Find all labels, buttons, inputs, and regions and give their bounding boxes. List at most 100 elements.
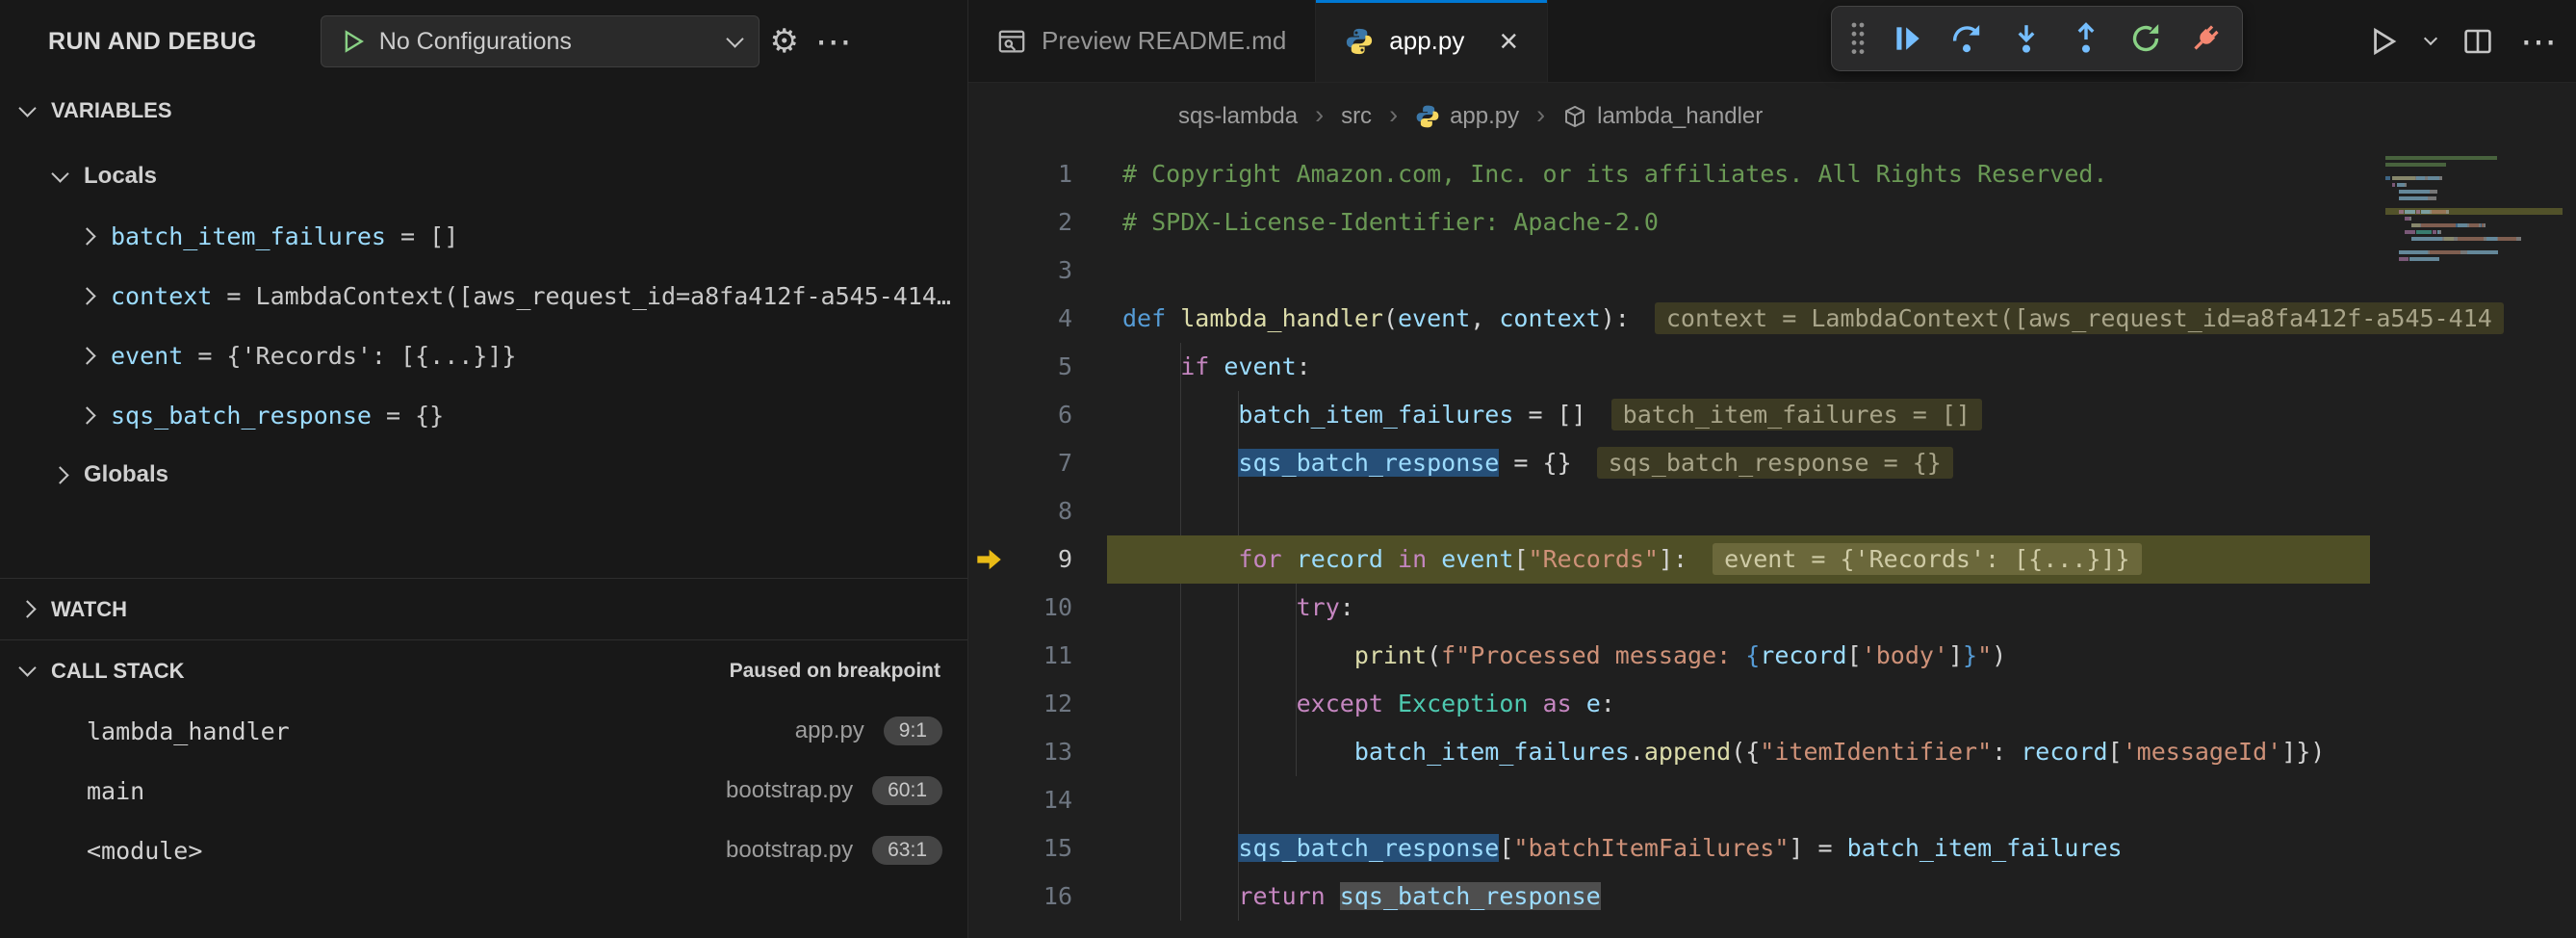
code-line[interactable]: 9 for record in event["Records"]:event =…: [968, 535, 2576, 584]
code-text: def lambda_handler(event, context):conte…: [1122, 295, 2504, 343]
breadcrumb-separator: ›: [1315, 100, 1324, 130]
watch-header-label: WATCH: [51, 597, 127, 622]
callstack-list: lambda_handlerapp.py9:1mainbootstrap.py6…: [0, 701, 967, 880]
scope-globals[interactable]: Globals: [0, 445, 967, 505]
gutter-glyph: [968, 391, 1013, 439]
code-line[interactable]: 8: [968, 487, 2576, 535]
variable-name: context: [111, 282, 212, 310]
callstack-frame[interactable]: mainbootstrap.py60:1: [0, 761, 967, 821]
variables-section-header[interactable]: VARIABLES: [0, 83, 967, 139]
run-icon[interactable]: [2366, 25, 2399, 58]
gutter-glyph: [968, 824, 1013, 873]
continue-icon[interactable]: [1880, 11, 1934, 66]
variable-value: = LambdaContext([aws_request_id=a8fa412f…: [212, 282, 951, 310]
breadcrumb-separator: ›: [1536, 100, 1545, 130]
code-line[interactable]: 2# SPDX-License-Identifier: Apache-2.0: [968, 198, 2576, 247]
breadcrumb-item[interactable]: lambda_handler: [1562, 103, 1763, 130]
inline-debug-value: batch_item_failures = []: [1611, 399, 1982, 430]
code-text: except Exception as e:: [1122, 680, 1615, 728]
frame-file: app.py: [795, 717, 864, 744]
breadcrumb-item[interactable]: sqs-lambda: [1178, 103, 1298, 130]
line-number: 9: [1013, 535, 1072, 584]
code-line[interactable]: 15 sqs_batch_response["batchItemFailures…: [968, 824, 2576, 873]
gear-icon[interactable]: ⚙: [760, 16, 810, 66]
restart-icon[interactable]: [2119, 11, 2173, 66]
tab-label: app.py: [1389, 26, 1464, 56]
variable-row[interactable]: sqs_batch_response = {}: [0, 385, 967, 445]
code-line[interactable]: 3: [968, 247, 2576, 295]
watch-section-header[interactable]: WATCH: [0, 578, 967, 639]
breadcrumb-separator: ›: [1389, 100, 1398, 130]
callstack-section-header[interactable]: CALL STACK Paused on breakpoint: [0, 639, 967, 701]
config-dropdown[interactable]: No Configurations: [321, 15, 760, 67]
code-text: # SPDX-License-Identifier: Apache-2.0: [1122, 198, 1659, 247]
gutter-glyph: [968, 584, 1013, 632]
minimap-line: [2385, 195, 2563, 201]
breadcrumb-item[interactable]: app.py: [1415, 103, 1519, 130]
callstack-frame[interactable]: <module>bootstrap.py63:1: [0, 821, 967, 880]
inline-debug-value: event = {'Records': [{...}]}: [1713, 543, 2141, 575]
variable-row[interactable]: batch_item_failures = []: [0, 206, 967, 266]
split-editor-icon[interactable]: [2462, 26, 2493, 57]
markdown-preview-icon: [997, 27, 1026, 56]
scope-locals[interactable]: Locals: [0, 146, 967, 206]
gutter-glyph: [968, 295, 1013, 343]
minimap-line: [2385, 255, 2563, 262]
close-icon[interactable]: ×: [1499, 25, 1518, 58]
code-line[interactable]: 12 except Exception as e:: [968, 680, 2576, 728]
tab-app-py[interactable]: app.py ×: [1316, 0, 1548, 82]
current-stackframe-icon[interactable]: [968, 535, 1013, 584]
code-line[interactable]: 5 if event:: [968, 343, 2576, 391]
code-line[interactable]: 10 try:: [968, 584, 2576, 632]
step-over-icon[interactable]: [1940, 11, 1994, 66]
gripper-icon[interactable]: [1842, 11, 1874, 66]
code-line[interactable]: 16 return sqs_batch_response: [968, 873, 2576, 921]
chevron-right-icon: [78, 347, 95, 364]
code-line[interactable]: 1# Copyright Amazon.com, Inc. or its aff…: [968, 150, 2576, 198]
line-number: 8: [1013, 487, 1072, 535]
sidebar-toolbar: RUN AND DEBUG No Configurations ⚙ ⋯: [0, 0, 967, 83]
gutter-glyph: [968, 728, 1013, 776]
code-line[interactable]: 6 batch_item_failures = []batch_item_fai…: [968, 391, 2576, 439]
disconnect-icon[interactable]: [2178, 11, 2232, 66]
line-number: 6: [1013, 391, 1072, 439]
chevron-down-icon[interactable]: [2424, 32, 2437, 45]
variable-name: event: [111, 342, 183, 370]
frame-name: lambda_handler: [87, 717, 290, 745]
minimap-line: [2385, 235, 2563, 242]
code-editor: 1# Copyright Amazon.com, Inc. or its aff…: [968, 150, 2576, 938]
variable-row[interactable]: event = {'Records': [{...}]}: [0, 326, 967, 385]
more-icon[interactable]: ⋯: [810, 16, 860, 66]
minimap-line: [2385, 181, 2563, 188]
more-icon[interactable]: ⋯: [2520, 20, 2559, 64]
chevron-right-icon: [51, 466, 68, 483]
line-number: 4: [1013, 295, 1072, 343]
code-text: if event:: [1122, 343, 1311, 391]
code-line[interactable]: 13 batch_item_failures.append({"itemIden…: [968, 728, 2576, 776]
line-number: 1: [1013, 150, 1072, 198]
callstack-frame[interactable]: lambda_handlerapp.py9:1: [0, 701, 967, 761]
python-icon: [1345, 27, 1374, 56]
variable-row[interactable]: context = LambdaContext([aws_request_id=…: [0, 266, 967, 326]
minimap-line: [2385, 215, 2563, 221]
gutter-glyph: [968, 343, 1013, 391]
minimap-line: [2385, 161, 2563, 168]
tab-preview-readme[interactable]: Preview README.md: [968, 0, 1316, 82]
breadcrumb-item[interactable]: src: [1341, 103, 1372, 130]
code-line[interactable]: 4 def lambda_handler(event, context):cont…: [968, 295, 2576, 343]
minimap[interactable]: [2385, 154, 2563, 262]
code-line[interactable]: 11 print(f"Processed message: {record['b…: [968, 632, 2576, 680]
code-text: sqs_batch_response = {}sqs_batch_respons…: [1122, 439, 1953, 487]
code-line[interactable]: 7 sqs_batch_response = {}sqs_batch_respo…: [968, 439, 2576, 487]
step-out-icon[interactable]: [2059, 11, 2113, 66]
code-text: sqs_batch_response["batchItemFailures"] …: [1122, 824, 2123, 873]
minimap-line: [2385, 201, 2563, 208]
callstack-header-label: CALL STACK: [51, 659, 185, 684]
frame-line-badge: 63:1: [872, 836, 942, 865]
step-into-icon[interactable]: [1999, 11, 2053, 66]
minimap-line: [2385, 174, 2563, 181]
code-line[interactable]: 14: [968, 776, 2576, 824]
editor-group: Preview README.md app.py ×: [968, 0, 2576, 938]
gutter-glyph: [968, 439, 1013, 487]
tab-bar: Preview README.md app.py ×: [968, 0, 2576, 83]
